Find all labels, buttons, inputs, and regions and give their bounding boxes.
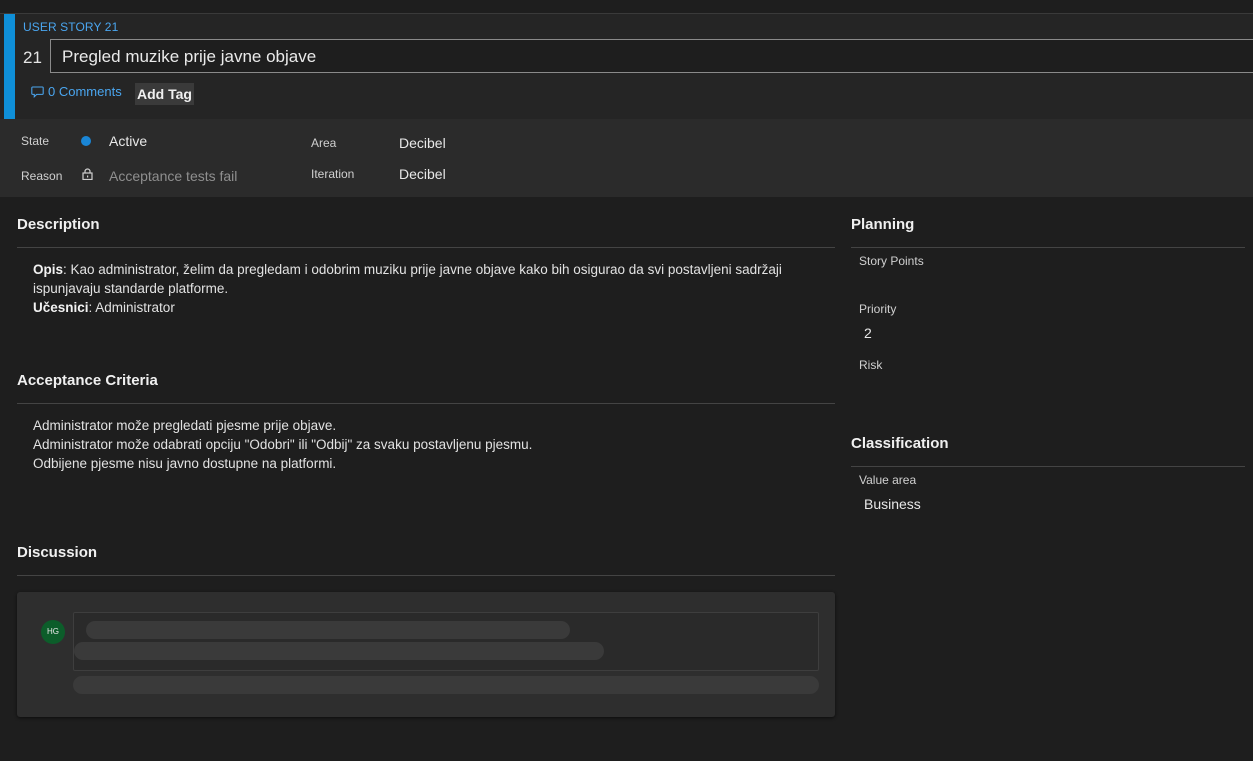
fields-panel: State Active Reason Acceptance tests fai… xyxy=(0,119,1253,197)
description-editor[interactable]: Opis: Kao administrator, želim da pregle… xyxy=(33,260,823,317)
priority-label: Priority xyxy=(859,302,897,316)
lock-icon xyxy=(82,168,93,180)
classification-divider xyxy=(851,466,1245,467)
state-indicator-icon xyxy=(81,136,91,146)
work-item-color-bar xyxy=(4,14,15,119)
avatar: HG xyxy=(41,620,65,644)
ucesnici-text: : Administrator xyxy=(88,300,175,315)
description-divider xyxy=(17,247,835,248)
area-label: Area xyxy=(311,136,337,150)
discussion-panel: HG xyxy=(17,592,835,717)
comment-placeholder-blur xyxy=(86,621,570,639)
discussion-heading[interactable]: Discussion xyxy=(17,544,97,561)
story-points-label: Story Points xyxy=(859,254,924,268)
state-label: State xyxy=(21,134,50,148)
classification-heading[interactable]: Classification xyxy=(851,435,949,452)
comment-placeholder-blur xyxy=(74,642,604,660)
planning-heading[interactable]: Planning xyxy=(851,216,914,233)
iteration-picker[interactable]: Decibel xyxy=(399,166,446,182)
opis-label: Opis xyxy=(33,262,64,277)
work-item-header: USER STORY 21 21 Pregled muzike prije ja… xyxy=(0,14,1253,119)
acceptance-divider xyxy=(17,403,835,404)
comments-count: 0 Comments xyxy=(48,84,122,99)
area-picker[interactable]: Decibel xyxy=(399,135,446,151)
acceptance-editor[interactable]: Administrator može pregledati pjesme pri… xyxy=(33,416,823,473)
acceptance-line: Odbijene pjesme nisu javno dostupne na p… xyxy=(33,456,337,471)
work-item-id: 21 xyxy=(23,48,42,67)
reason-label: Reason xyxy=(21,169,63,183)
ucesnici-label: Učesnici xyxy=(33,300,89,315)
state-dropdown[interactable]: Active xyxy=(109,133,147,149)
value-area-dropdown[interactable]: Business xyxy=(864,496,921,512)
acceptance-line: Administrator može odabrati opciju "Odob… xyxy=(33,437,533,452)
title-input[interactable]: Pregled muzike prije javne objave xyxy=(50,39,1253,73)
acceptance-heading[interactable]: Acceptance Criteria xyxy=(17,372,158,389)
acceptance-line: Administrator može pregledati pjesme pri… xyxy=(33,418,337,433)
work-item-type-label[interactable]: USER STORY 21 xyxy=(23,20,118,34)
comments-link[interactable]: 0 Comments xyxy=(31,84,122,99)
comment-input[interactable] xyxy=(73,612,819,671)
reason-dropdown[interactable]: Acceptance tests fail xyxy=(109,168,237,184)
opis-text: : Kao administrator, želim da pregledam … xyxy=(33,262,782,296)
comment-icon xyxy=(31,86,44,98)
top-bar xyxy=(0,0,1253,14)
risk-dropdown[interactable] xyxy=(864,380,1234,400)
story-points-input[interactable] xyxy=(864,276,1234,296)
value-area-label: Value area xyxy=(859,473,917,487)
discussion-divider xyxy=(17,575,835,576)
add-tag-button[interactable]: Add Tag xyxy=(135,83,194,105)
comment-toolbar-blur xyxy=(73,676,819,694)
description-heading[interactable]: Description xyxy=(17,216,100,233)
priority-input[interactable]: 2 xyxy=(864,325,872,341)
main-content: Description Opis: Kao administrator, žel… xyxy=(0,197,1253,761)
planning-divider xyxy=(851,247,1245,248)
iteration-label: Iteration xyxy=(311,167,355,181)
risk-label: Risk xyxy=(859,358,883,372)
